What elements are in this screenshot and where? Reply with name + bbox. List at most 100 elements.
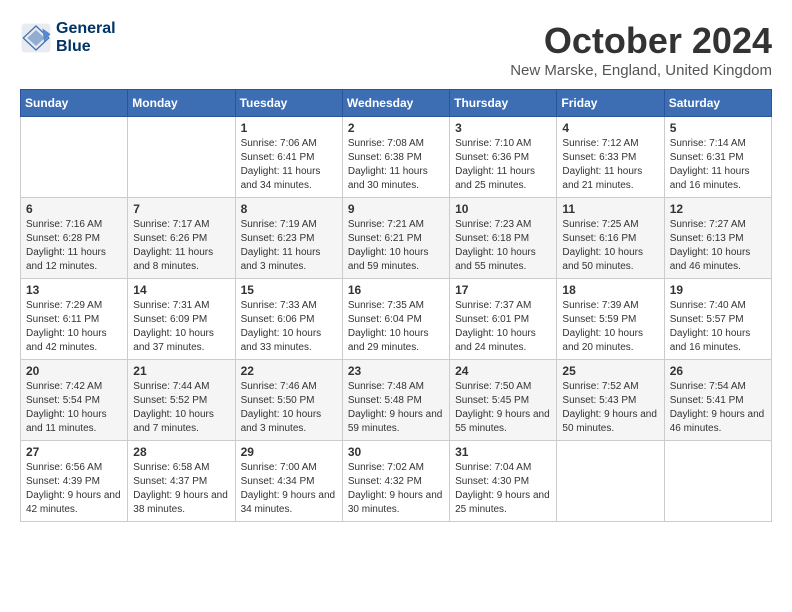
day-number: 13 (26, 283, 122, 297)
day-number: 30 (348, 445, 444, 459)
calendar-cell: 17 Sunrise: 7:37 AMSunset: 6:01 PMDaylig… (450, 279, 557, 360)
calendar-week-row: 13 Sunrise: 7:29 AMSunset: 6:11 PMDaylig… (21, 279, 772, 360)
calendar-cell: 16 Sunrise: 7:35 AMSunset: 6:04 PMDaylig… (342, 279, 449, 360)
day-number: 26 (670, 364, 766, 378)
calendar-day-header: Saturday (664, 90, 771, 117)
calendar-cell: 21 Sunrise: 7:44 AMSunset: 5:52 PMDaylig… (128, 360, 235, 441)
calendar-cell: 26 Sunrise: 7:54 AMSunset: 5:41 PMDaylig… (664, 360, 771, 441)
calendar-cell (21, 117, 128, 198)
day-detail: Sunrise: 7:52 AMSunset: 5:43 PMDaylight:… (562, 380, 658, 436)
calendar-week-row: 27 Sunrise: 6:56 AMSunset: 4:39 PMDaylig… (21, 441, 772, 522)
day-detail: Sunrise: 7:14 AMSunset: 6:31 PMDaylight:… (670, 137, 766, 193)
day-detail: Sunrise: 7:25 AMSunset: 6:16 PMDaylight:… (562, 218, 658, 274)
calendar-day-header: Tuesday (235, 90, 342, 117)
day-detail: Sunrise: 7:40 AMSunset: 5:57 PMDaylight:… (670, 299, 766, 355)
day-detail: Sunrise: 7:33 AMSunset: 6:06 PMDaylight:… (241, 299, 337, 355)
calendar-week-row: 1 Sunrise: 7:06 AMSunset: 6:41 PMDayligh… (21, 117, 772, 198)
day-detail: Sunrise: 6:56 AMSunset: 4:39 PMDaylight:… (26, 461, 122, 517)
page-header: GeneralBlue October 2024 New Marske, Eng… (20, 20, 772, 79)
calendar-cell: 9 Sunrise: 7:21 AMSunset: 6:21 PMDayligh… (342, 198, 449, 279)
day-number: 21 (133, 364, 229, 378)
calendar-cell: 24 Sunrise: 7:50 AMSunset: 5:45 PMDaylig… (450, 360, 557, 441)
calendar-cell (128, 117, 235, 198)
location: New Marske, England, United Kingdom (510, 62, 772, 79)
calendar-day-header: Monday (128, 90, 235, 117)
day-number: 25 (562, 364, 658, 378)
day-detail: Sunrise: 7:50 AMSunset: 5:45 PMDaylight:… (455, 380, 551, 436)
day-detail: Sunrise: 7:31 AMSunset: 6:09 PMDaylight:… (133, 299, 229, 355)
day-number: 12 (670, 202, 766, 216)
calendar-cell: 4 Sunrise: 7:12 AMSunset: 6:33 PMDayligh… (557, 117, 664, 198)
day-number: 17 (455, 283, 551, 297)
calendar-cell: 28 Sunrise: 6:58 AMSunset: 4:37 PMDaylig… (128, 441, 235, 522)
day-detail: Sunrise: 7:27 AMSunset: 6:13 PMDaylight:… (670, 218, 766, 274)
day-number: 6 (26, 202, 122, 216)
day-number: 23 (348, 364, 444, 378)
day-detail: Sunrise: 7:10 AMSunset: 6:36 PMDaylight:… (455, 137, 551, 193)
day-number: 1 (241, 121, 337, 135)
day-number: 10 (455, 202, 551, 216)
calendar-cell: 5 Sunrise: 7:14 AMSunset: 6:31 PMDayligh… (664, 117, 771, 198)
day-number: 4 (562, 121, 658, 135)
day-detail: Sunrise: 7:00 AMSunset: 4:34 PMDaylight:… (241, 461, 337, 517)
calendar-day-header: Sunday (21, 90, 128, 117)
day-number: 14 (133, 283, 229, 297)
day-number: 7 (133, 202, 229, 216)
calendar-day-header: Thursday (450, 90, 557, 117)
day-detail: Sunrise: 7:48 AMSunset: 5:48 PMDaylight:… (348, 380, 444, 436)
day-number: 11 (562, 202, 658, 216)
day-detail: Sunrise: 7:02 AMSunset: 4:32 PMDaylight:… (348, 461, 444, 517)
calendar-cell: 12 Sunrise: 7:27 AMSunset: 6:13 PMDaylig… (664, 198, 771, 279)
calendar-cell: 29 Sunrise: 7:00 AMSunset: 4:34 PMDaylig… (235, 441, 342, 522)
logo-icon (20, 22, 52, 54)
day-detail: Sunrise: 7:35 AMSunset: 6:04 PMDaylight:… (348, 299, 444, 355)
calendar-cell: 27 Sunrise: 6:56 AMSunset: 4:39 PMDaylig… (21, 441, 128, 522)
calendar-week-row: 6 Sunrise: 7:16 AMSunset: 6:28 PMDayligh… (21, 198, 772, 279)
calendar-cell: 18 Sunrise: 7:39 AMSunset: 5:59 PMDaylig… (557, 279, 664, 360)
day-detail: Sunrise: 7:08 AMSunset: 6:38 PMDaylight:… (348, 137, 444, 193)
calendar-day-header: Wednesday (342, 90, 449, 117)
day-detail: Sunrise: 7:54 AMSunset: 5:41 PMDaylight:… (670, 380, 766, 436)
day-number: 16 (348, 283, 444, 297)
day-detail: Sunrise: 7:46 AMSunset: 5:50 PMDaylight:… (241, 380, 337, 436)
day-number: 29 (241, 445, 337, 459)
calendar-cell: 13 Sunrise: 7:29 AMSunset: 6:11 PMDaylig… (21, 279, 128, 360)
day-number: 24 (455, 364, 551, 378)
day-detail: Sunrise: 7:04 AMSunset: 4:30 PMDaylight:… (455, 461, 551, 517)
calendar-cell: 7 Sunrise: 7:17 AMSunset: 6:26 PMDayligh… (128, 198, 235, 279)
calendar-table: SundayMondayTuesdayWednesdayThursdayFrid… (20, 89, 772, 522)
day-number: 9 (348, 202, 444, 216)
calendar-cell: 11 Sunrise: 7:25 AMSunset: 6:16 PMDaylig… (557, 198, 664, 279)
title-block: October 2024 New Marske, England, United… (510, 20, 772, 79)
day-number: 31 (455, 445, 551, 459)
day-number: 18 (562, 283, 658, 297)
day-number: 3 (455, 121, 551, 135)
month-title: October 2024 (510, 20, 772, 62)
day-number: 2 (348, 121, 444, 135)
logo: GeneralBlue (20, 20, 116, 55)
day-number: 15 (241, 283, 337, 297)
calendar-header-row: SundayMondayTuesdayWednesdayThursdayFrid… (21, 90, 772, 117)
day-detail: Sunrise: 7:39 AMSunset: 5:59 PMDaylight:… (562, 299, 658, 355)
logo-text: GeneralBlue (56, 20, 116, 55)
calendar-cell: 2 Sunrise: 7:08 AMSunset: 6:38 PMDayligh… (342, 117, 449, 198)
calendar-cell: 14 Sunrise: 7:31 AMSunset: 6:09 PMDaylig… (128, 279, 235, 360)
day-number: 5 (670, 121, 766, 135)
day-detail: Sunrise: 7:16 AMSunset: 6:28 PMDaylight:… (26, 218, 122, 274)
day-detail: Sunrise: 7:29 AMSunset: 6:11 PMDaylight:… (26, 299, 122, 355)
calendar-cell: 19 Sunrise: 7:40 AMSunset: 5:57 PMDaylig… (664, 279, 771, 360)
day-detail: Sunrise: 7:17 AMSunset: 6:26 PMDaylight:… (133, 218, 229, 274)
calendar-cell: 20 Sunrise: 7:42 AMSunset: 5:54 PMDaylig… (21, 360, 128, 441)
day-detail: Sunrise: 6:58 AMSunset: 4:37 PMDaylight:… (133, 461, 229, 517)
calendar-cell: 30 Sunrise: 7:02 AMSunset: 4:32 PMDaylig… (342, 441, 449, 522)
day-detail: Sunrise: 7:19 AMSunset: 6:23 PMDaylight:… (241, 218, 337, 274)
day-number: 28 (133, 445, 229, 459)
day-detail: Sunrise: 7:21 AMSunset: 6:21 PMDaylight:… (348, 218, 444, 274)
calendar-cell: 10 Sunrise: 7:23 AMSunset: 6:18 PMDaylig… (450, 198, 557, 279)
day-number: 22 (241, 364, 337, 378)
calendar-cell: 31 Sunrise: 7:04 AMSunset: 4:30 PMDaylig… (450, 441, 557, 522)
calendar-cell: 8 Sunrise: 7:19 AMSunset: 6:23 PMDayligh… (235, 198, 342, 279)
day-detail: Sunrise: 7:23 AMSunset: 6:18 PMDaylight:… (455, 218, 551, 274)
calendar-cell: 25 Sunrise: 7:52 AMSunset: 5:43 PMDaylig… (557, 360, 664, 441)
day-detail: Sunrise: 7:12 AMSunset: 6:33 PMDaylight:… (562, 137, 658, 193)
